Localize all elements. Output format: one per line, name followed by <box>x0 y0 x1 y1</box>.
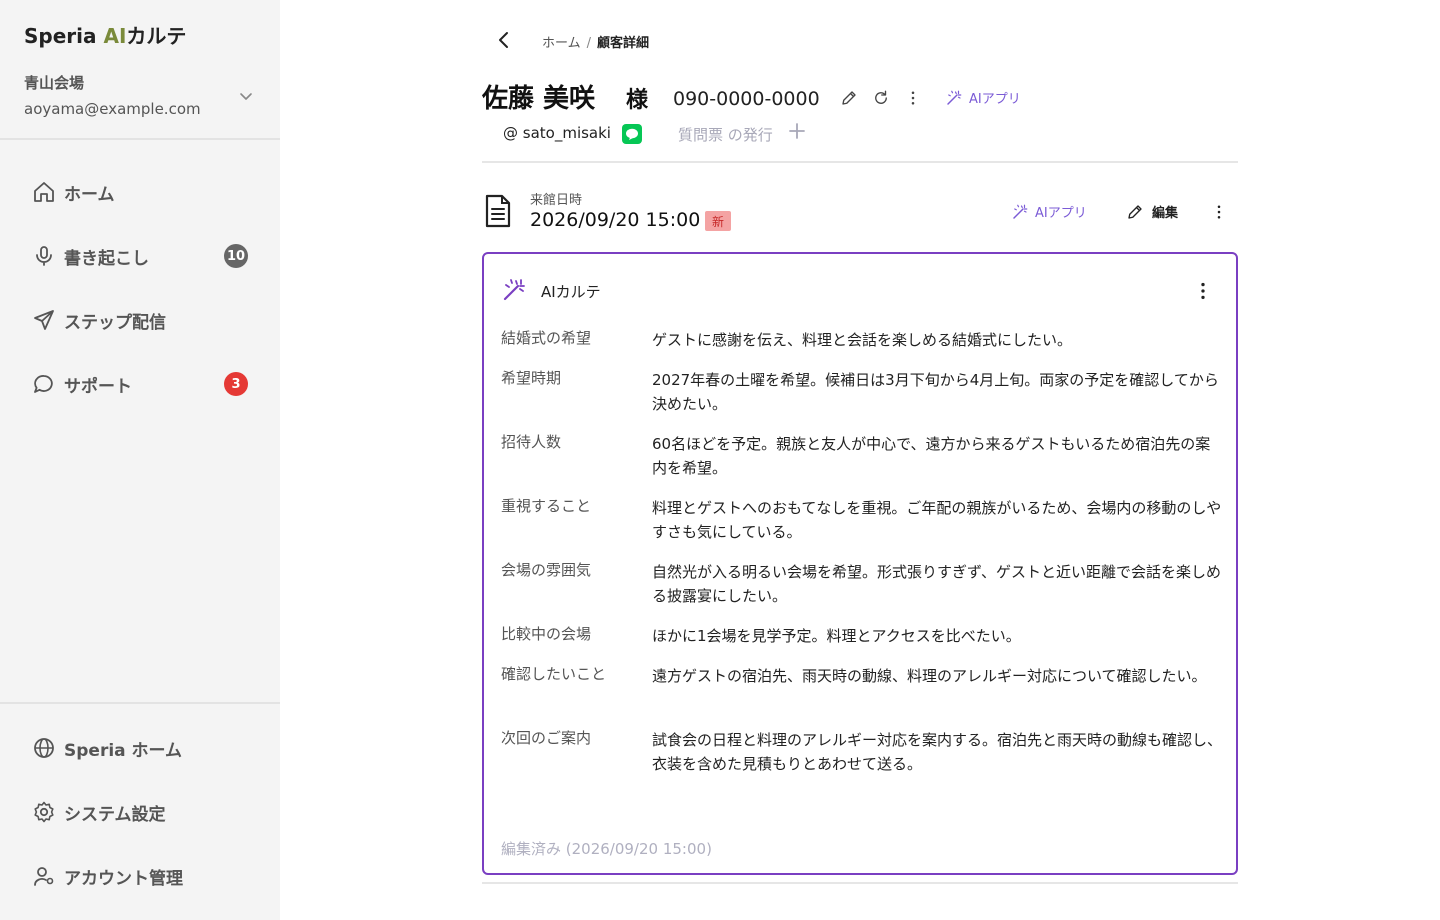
edit-customer-button[interactable] <box>838 87 860 109</box>
visit-edit-button[interactable]: 編集 <box>1126 202 1178 221</box>
karte-field-value: 60名ほどを予定。親族と友人が中心で、遠方から来るゲストもいるため宿泊先の案内を… <box>652 435 1211 477</box>
karte-field-label: 希望時期 <box>501 369 562 387</box>
karte-field-value: ゲストに感謝を伝え、料理と会話を楽しめる結婚式にしたい。 <box>652 331 1073 349</box>
line-icon[interactable] <box>622 124 642 144</box>
sidebar-divider <box>0 702 280 704</box>
app-logo: Speria AIカルテ <box>24 24 187 48</box>
plus-icon[interactable] <box>788 122 806 140</box>
more-vertical-icon[interactable] <box>1192 280 1214 302</box>
count-badge: 10 <box>224 244 248 268</box>
sidebar-item-system-settings[interactable]: システム設定 <box>32 796 252 828</box>
sidebar-item-label: アカウント管理 <box>64 868 183 889</box>
sidebar-item-label: 書き起こし <box>64 248 149 269</box>
venue-name: 青山会場 <box>24 74 85 92</box>
ai-karte-card: AIカルテ 結婚式の希望 ゲストに感謝を伝え、料理と会話を楽しめる結婚式にしたい… <box>482 252 1238 875</box>
karte-field-label: 次回のご案内 <box>501 729 592 747</box>
customer-honorific: 様 <box>626 88 649 113</box>
ai-app-label: AIアプリ <box>1035 206 1087 221</box>
microphone-icon <box>36 246 52 266</box>
edit-label: 編集 <box>1152 206 1179 221</box>
home-icon <box>34 182 54 202</box>
refresh-icon <box>875 90 887 104</box>
ai-karte-title: AIカルテ <box>541 283 601 301</box>
pencil-icon <box>842 91 856 105</box>
sidebar-divider <box>0 138 280 140</box>
account-email: aoyama@example.com <box>24 100 201 118</box>
visit-more-button[interactable] <box>1208 201 1230 223</box>
karte-field-label: 重視すること <box>501 497 592 515</box>
pencil-icon <box>1128 204 1142 219</box>
breadcrumb: ホーム / 顧客詳細 <box>542 32 649 51</box>
globe-icon <box>34 738 54 758</box>
more-vertical-icon <box>1217 205 1221 219</box>
customer-name: 佐藤 美咲 <box>482 84 596 114</box>
customer-ai-app-button[interactable]: AIアプリ <box>945 88 1021 107</box>
more-vertical-icon <box>911 91 915 105</box>
ai-app-label: AIアプリ <box>969 92 1021 107</box>
karte-field-label: 確認したいこと <box>501 665 607 683</box>
new-badge: 新 <box>705 211 731 231</box>
sidebar-item-account[interactable]: アカウント管理 <box>32 860 252 892</box>
edited-timestamp: 編集済み (2026/09/20 15:00) <box>501 840 712 858</box>
karte-field-label: 結婚式の希望 <box>501 329 592 347</box>
karte-field-value: 自然光が入る明るい会場を希望。形式張りすぎず、ゲストと近い距離で会話を楽しめる披… <box>652 563 1221 605</box>
karte-field-value: ほかに1会場を見学予定。料理とアクセスを比べたい。 <box>652 627 1021 645</box>
issue-questionnaire-button[interactable]: 質問票 の発行 <box>678 124 773 145</box>
sidebar-item-home[interactable]: ホーム <box>32 176 252 208</box>
breadcrumb-separator: / <box>586 36 592 51</box>
line-account-id: @ sato_misaki <box>503 124 611 142</box>
chevron-down-icon[interactable] <box>236 86 256 106</box>
sidebar: Speria AIカルテ 青山会場 aoyama@example.com ホーム… <box>0 0 280 920</box>
karte-field-value: 試食会の日程と料理のアレルギー対応を案内する。宿泊先と雨天時の動線も確認し、衣装… <box>652 731 1223 773</box>
karte-field-value: 2027年春の土曜を希望。候補日は3月下旬から4月上旬。両家の予定を確認してから… <box>652 371 1219 413</box>
section-divider <box>482 882 1238 884</box>
visit-datetime-label: 来館日時 <box>530 193 583 208</box>
document-icon <box>485 194 511 228</box>
count-badge: 3 <box>224 372 248 396</box>
sidebar-item-support[interactable]: サポート 3 <box>32 368 252 400</box>
user-settings-icon <box>34 867 54 886</box>
karte-field-value: 遠方ゲストの宿泊先、雨天時の動線、料理のアレルギー対応について確認したい。 <box>652 667 1207 685</box>
magic-wand-icon <box>1013 204 1028 219</box>
customer-phone: 090-0000-0000 <box>673 88 820 110</box>
customer-more-button[interactable] <box>902 87 924 109</box>
chat-bubble-icon <box>34 375 53 393</box>
breadcrumb-current: 顧客詳細 <box>597 36 650 51</box>
sidebar-item-speria-home[interactable]: Speria ホーム <box>32 732 252 764</box>
breadcrumb-home-link[interactable]: ホーム <box>542 36 581 51</box>
send-icon <box>34 310 54 330</box>
refresh-button[interactable] <box>870 87 892 109</box>
visit-ai-app-button[interactable]: AIアプリ <box>1011 202 1087 221</box>
back-arrow-icon[interactable] <box>492 28 516 52</box>
header-divider <box>482 161 1238 163</box>
magic-wand-icon <box>947 90 962 105</box>
karte-field-label: 比較中の会場 <box>501 625 592 643</box>
visit-datetime: 2026/09/20 15:00 <box>530 209 701 231</box>
karte-field-label: 会場の雰囲気 <box>501 561 592 579</box>
sidebar-item-step-delivery[interactable]: ステップ配信 <box>32 304 252 336</box>
sidebar-item-transcription[interactable]: 書き起こし 10 <box>32 240 252 272</box>
karte-field-value: 料理とゲストへのおもてなしを重視。ご年配の親族がいるため、会場内の移動のしやすさ… <box>652 499 1222 541</box>
magic-wand-icon <box>503 279 525 301</box>
gear-icon <box>34 801 54 823</box>
sidebar-item-label: システム設定 <box>64 804 166 825</box>
sidebar-item-label: サポート <box>64 376 132 397</box>
sidebar-item-label: ステップ配信 <box>64 312 166 333</box>
sidebar-item-label: ホーム <box>64 184 115 205</box>
sidebar-item-label: Speria ホーム <box>64 740 183 761</box>
karte-field-label: 招待人数 <box>501 433 562 451</box>
